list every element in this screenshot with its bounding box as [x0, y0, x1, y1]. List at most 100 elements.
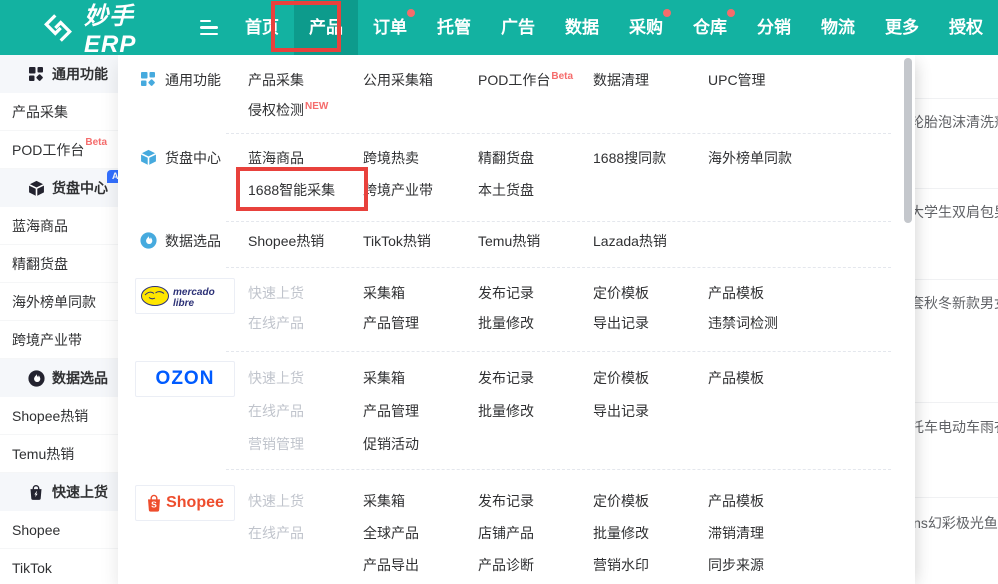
- menu-link-1688智能采集[interactable]: 1688智能采集: [248, 180, 363, 200]
- nav-item-hosting[interactable]: 托管: [422, 0, 486, 55]
- nav-item-ads[interactable]: 广告: [486, 0, 550, 55]
- menu-link-产品诊断[interactable]: 产品诊断: [478, 555, 593, 575]
- menu-scrollbar-thumb[interactable]: [904, 58, 912, 223]
- menu-link-导出记录[interactable]: 导出记录: [593, 401, 708, 421]
- sidebar-item-产品采集[interactable]: 产品采集: [0, 93, 118, 131]
- nav-item-label: 托管: [437, 18, 471, 37]
- menu-link-跨境热卖[interactable]: 跨境热卖: [363, 148, 478, 168]
- menu-link-店铺产品[interactable]: 店铺产品: [478, 523, 593, 543]
- sidebar-label: 蓝海商品: [12, 216, 68, 236]
- sidebar-item-蓝海商品[interactable]: 蓝海商品: [0, 207, 118, 245]
- sidebar-item-Temu热销[interactable]: Temu热销: [0, 435, 118, 473]
- menu-link-采集箱[interactable]: 采集箱: [363, 283, 478, 303]
- menu-link-UPC管理[interactable]: UPC管理: [708, 70, 823, 90]
- menu-links-row: 1688智能采集跨境产业带本土货盘: [248, 174, 915, 206]
- menu-link-发布记录[interactable]: 发布记录: [478, 283, 593, 303]
- notification-dot: [663, 9, 671, 17]
- nav-item-logistics[interactable]: 物流: [806, 0, 870, 55]
- nav-item-label: 物流: [821, 18, 855, 37]
- menu-link-违禁词检测[interactable]: 违禁词检测: [708, 313, 823, 333]
- sidebar-group-通用功能[interactable]: 通用功能: [0, 55, 118, 93]
- menu-links-row: 快速上货采集箱发布记录定价模板产品模板: [248, 485, 915, 517]
- nav-item-purchase[interactable]: 采购: [614, 0, 678, 55]
- nav-item-product[interactable]: 产品: [294, 0, 358, 55]
- menu-category-text: 通用功能: [165, 71, 221, 89]
- sidebar-item-精翻货盘[interactable]: 精翻货盘: [0, 245, 118, 283]
- menu-link-产品采集[interactable]: 产品采集: [248, 70, 363, 90]
- menu-link-公用采集箱[interactable]: 公用采集箱: [363, 70, 478, 90]
- sidebar-item-TikTok[interactable]: TikTok: [0, 549, 118, 584]
- menu-link-产品模板[interactable]: 产品模板: [708, 491, 823, 511]
- sidebar-group-快速上货[interactable]: 快速上货: [0, 473, 118, 511]
- app-logo[interactable]: 妙手ERP: [40, 0, 152, 59]
- menu-links-row: 产品导出产品诊断营销水印同步来源: [248, 549, 915, 581]
- menu-link-发布记录[interactable]: 发布记录: [478, 491, 593, 511]
- sidebar-label: Temu热销: [12, 444, 74, 464]
- menu-link-促销活动[interactable]: 促销活动: [363, 434, 478, 454]
- sidebar-group-货盘中心[interactable]: 货盘中心AI: [0, 169, 118, 207]
- menu-link-TikTok热销[interactable]: TikTok热销: [363, 231, 478, 251]
- menu-link-采集箱[interactable]: 采集箱: [363, 368, 478, 388]
- menu-link-产品模板[interactable]: 产品模板: [708, 283, 823, 303]
- menu-link-1688搜同款[interactable]: 1688搜同款: [593, 148, 708, 168]
- nav-item-distribution[interactable]: 分销: [742, 0, 806, 55]
- menu-link-发布记录[interactable]: 发布记录: [478, 368, 593, 388]
- menu-link-POD工作台[interactable]: POD工作台Beta: [478, 70, 593, 90]
- menu-link-批量修改[interactable]: 批量修改: [478, 401, 593, 421]
- nav-item-home[interactable]: 首页: [230, 0, 294, 55]
- menu-link-产品管理[interactable]: 产品管理: [363, 313, 478, 333]
- menu-link-全球产品[interactable]: 全球产品: [363, 523, 478, 543]
- menu-link-产品导出[interactable]: 产品导出: [363, 555, 478, 575]
- menu-collapse-icon[interactable]: [200, 20, 218, 36]
- menu-platform-logo: mercado libre: [140, 278, 248, 338]
- nav-item-auth[interactable]: 授权: [934, 0, 998, 55]
- menu-link-采集箱[interactable]: 采集箱: [363, 491, 478, 511]
- sidebar-group-数据选品[interactable]: 数据选品: [0, 359, 118, 397]
- menu-link-海外榜单同款[interactable]: 海外榜单同款: [708, 148, 823, 168]
- menu-link-滞销清理[interactable]: 滞销清理: [708, 523, 823, 543]
- sidebar-label: 跨境产业带: [12, 330, 82, 350]
- menu-link-精翻货盘[interactable]: 精翻货盘: [478, 148, 593, 168]
- menu-section-数据选品: 数据选品Shopee热销TikTok热销Temu热销Lazada热销: [140, 222, 915, 267]
- nav-item-warehouse[interactable]: 仓库: [678, 0, 742, 55]
- new-badge: NEW: [305, 101, 328, 112]
- menu-link-Temu热销[interactable]: Temu热销: [478, 231, 593, 251]
- menu-links-grid: 蓝海商品跨境热卖精翻货盘1688搜同款海外榜单同款1688智能采集跨境产业带本土…: [248, 142, 915, 206]
- menu-links-row: 蓝海商品跨境热卖精翻货盘1688搜同款海外榜单同款: [248, 142, 915, 174]
- menu-link-定价模板[interactable]: 定价模板: [593, 368, 708, 388]
- bag-icon: [28, 484, 45, 501]
- menu-link-导出记录[interactable]: 导出记录: [593, 313, 708, 333]
- nav-item-data[interactable]: 数据: [550, 0, 614, 55]
- sidebar-item-跨境产业带[interactable]: 跨境产业带: [0, 321, 118, 359]
- menu-section-ozon: OZON快速上货采集箱发布记录定价模板产品模板在线产品产品管理批量修改导出记录营…: [140, 352, 915, 469]
- menu-links-row: 营销管理促销活动: [248, 427, 915, 460]
- sidebar-item-Shopee热销[interactable]: Shopee热销: [0, 397, 118, 435]
- sidebar-item-海外榜单同款[interactable]: 海外榜单同款: [0, 283, 118, 321]
- menu-link-同步来源[interactable]: 同步来源: [708, 555, 823, 575]
- menu-link-数据清理[interactable]: 数据清理: [593, 70, 708, 90]
- nav-item-more[interactable]: 更多: [870, 0, 934, 55]
- menu-link-营销水印[interactable]: 营销水印: [593, 555, 708, 575]
- menu-link-本土货盘[interactable]: 本土货盘: [478, 180, 593, 200]
- menu-link-产品模板[interactable]: 产品模板: [708, 368, 823, 388]
- menu-link-定价模板[interactable]: 定价模板: [593, 283, 708, 303]
- menu-link-产品管理[interactable]: 产品管理: [363, 401, 478, 421]
- menu-link-蓝海商品[interactable]: 蓝海商品: [248, 148, 363, 168]
- menu-link-批量修改[interactable]: 批量修改: [478, 313, 593, 333]
- menu-links-grid: Shopee热销TikTok热销Temu热销Lazada热销: [248, 225, 915, 257]
- sidebar-item-Shopee[interactable]: Shopee: [0, 511, 118, 549]
- mercado-logo: mercado libre: [135, 278, 235, 314]
- menu-link-跨境产业带[interactable]: 跨境产业带: [363, 180, 478, 200]
- menu-link-定价模板[interactable]: 定价模板: [593, 491, 708, 511]
- menu-link-侵权检测[interactable]: 侵权检测NEW: [248, 100, 363, 120]
- nav-item-orders[interactable]: 订单: [358, 0, 422, 55]
- menu-platform-logo: S Shopee: [140, 485, 248, 581]
- beta-badge: Beta: [85, 137, 107, 148]
- menu-link-Shopee热销[interactable]: Shopee热销: [248, 231, 363, 251]
- menu-link-Lazada热销[interactable]: Lazada热销: [593, 231, 708, 251]
- menu-link-批量修改[interactable]: 批量修改: [593, 523, 708, 543]
- sidebar-item-POD工作台[interactable]: POD工作台Beta: [0, 131, 118, 169]
- menu-category-text: 货盘中心: [165, 149, 221, 167]
- svg-text:S: S: [151, 500, 157, 510]
- menu-link-在线产品: 在线产品: [248, 401, 363, 421]
